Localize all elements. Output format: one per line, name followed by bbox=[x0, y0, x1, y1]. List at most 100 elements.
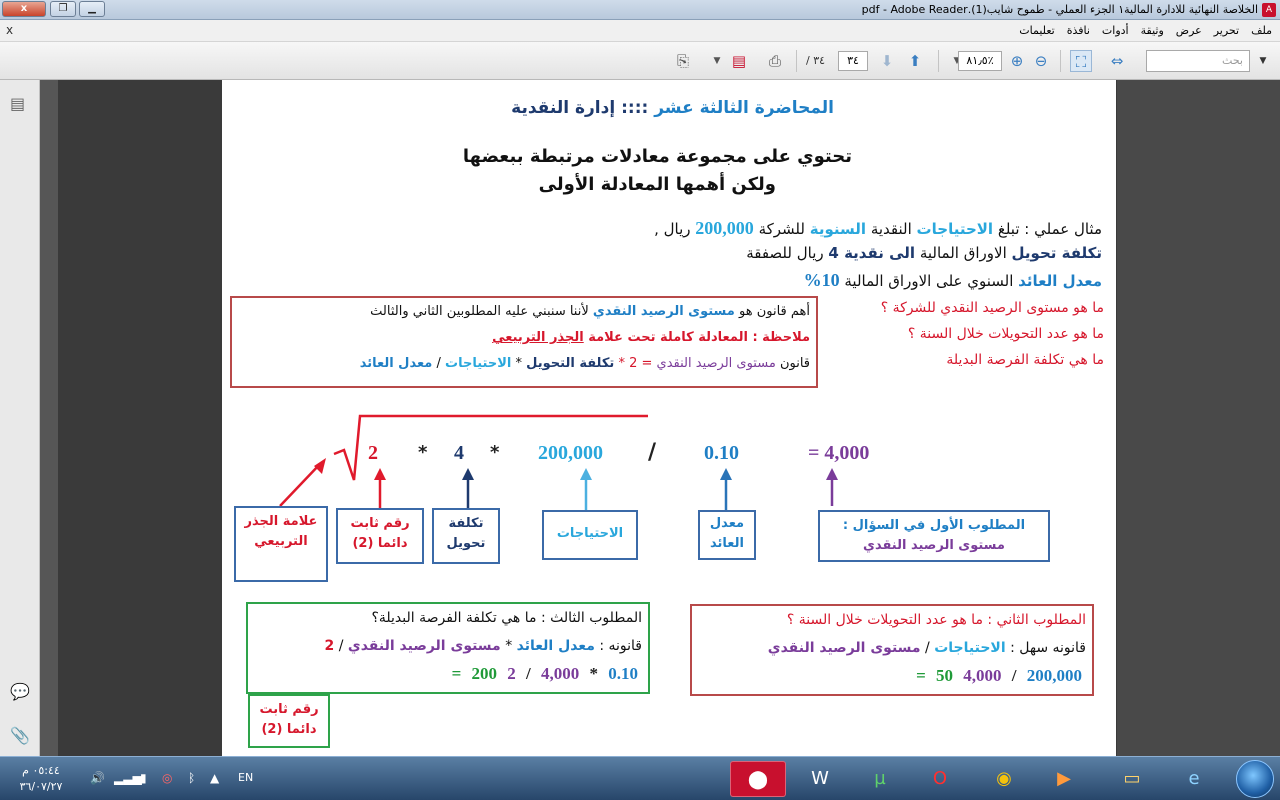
third-calc-two: 2 bbox=[507, 664, 516, 683]
constant-label: رقم ثابت دائما (2) bbox=[350, 516, 410, 551]
taskbar-adobe-reader-icon[interactable]: ⬤ bbox=[730, 761, 786, 797]
third-calc-result: = 200 bbox=[451, 664, 498, 683]
show-hidden-icons[interactable]: ▲ bbox=[210, 771, 219, 785]
taskbar-word-icon[interactable]: W bbox=[792, 761, 848, 797]
second-calc-op: / bbox=[1011, 666, 1017, 685]
menu-bar: x ملف تحرير عرض وثيقة أدوات نافذة تعليما… bbox=[0, 20, 1280, 42]
vertical-scrollbar[interactable] bbox=[40, 80, 58, 756]
third-law-label: قانونه : bbox=[599, 638, 642, 654]
zoom-in-icon[interactable]: ⊕ bbox=[1006, 50, 1028, 72]
second-calc-needs: 200,000 bbox=[1026, 666, 1082, 685]
adobe-reader-app-icon: A bbox=[1262, 3, 1276, 17]
cost-label-box: تكلفة تحويل bbox=[432, 508, 500, 564]
second-title: المطلوب الثاني : ما هو عدد التحويلات خلا… bbox=[786, 612, 1086, 628]
equation-multiply: * bbox=[418, 442, 428, 463]
maximize-button[interactable]: ❐ bbox=[50, 1, 76, 17]
close-document-icon[interactable]: x bbox=[6, 23, 13, 37]
collaborate-icon[interactable]: ⎘ bbox=[672, 50, 694, 72]
second-law-op: / bbox=[925, 640, 930, 656]
menu-view[interactable]: عرض bbox=[1176, 24, 1202, 37]
clock-time: ٠٥:٤٤ م bbox=[22, 764, 60, 777]
third-calc-rate: 0.10 bbox=[608, 664, 638, 683]
equation-needs: 200,000 bbox=[538, 442, 603, 464]
menu-file[interactable]: ملف bbox=[1251, 24, 1272, 37]
third-law-rate: معدل العائد bbox=[516, 638, 595, 654]
menu-edit[interactable]: تحرير bbox=[1214, 24, 1239, 37]
equation-result: = 4,000 bbox=[808, 442, 870, 464]
battery-icon[interactable]: ▮ bbox=[140, 771, 147, 785]
minimize-button[interactable]: ▁ bbox=[79, 1, 105, 17]
menu-items: ملف تحرير عرض وثيقة أدوات نافذة تعليمات bbox=[1019, 24, 1272, 37]
language-indicator[interactable]: EN bbox=[238, 771, 253, 784]
fit-width-icon[interactable]: ⇔ bbox=[1106, 50, 1128, 72]
third-law: قانونه : معدل العائد * مستوى الرصيد النق… bbox=[325, 638, 643, 654]
menu-window[interactable]: نافذة bbox=[1067, 24, 1090, 37]
previous-page-icon[interactable]: ⬆ bbox=[904, 50, 926, 72]
create-pdf-icon[interactable]: ▤ bbox=[728, 50, 750, 72]
needs-arrow bbox=[580, 468, 592, 510]
third-const-label: رقم ثابت دائما (2) bbox=[259, 702, 319, 737]
close-window-button[interactable]: x bbox=[2, 1, 46, 17]
third-law-op: / bbox=[338, 638, 344, 654]
result-arrow bbox=[826, 468, 838, 506]
equation-cost: 4 bbox=[454, 442, 464, 464]
bluetooth-icon[interactable]: ᛒ bbox=[188, 771, 195, 785]
equation-rate: 0.10 bbox=[704, 442, 739, 464]
toolbar: ⎘ ▼ ▤ ⎙ / ٣٤ ٣٤ ⬇ ⬆ ▼ ٨١٫٥٪ ⊕ ⊖ ⛶ ⇔ بحث … bbox=[0, 42, 1280, 80]
second-law-label: قانونه سهل : bbox=[1010, 640, 1086, 656]
second-law: قانونه سهل : الاحتياجات / مستوى الرصيد ا… bbox=[768, 640, 1086, 656]
dropdown-arrow-icon[interactable]: ▼ bbox=[706, 50, 728, 72]
fit-page-icon[interactable]: ⛶ bbox=[1070, 50, 1092, 72]
first-required-title: المطلوب الأول في السؤال : bbox=[842, 518, 1026, 533]
constant-arrow bbox=[374, 468, 386, 510]
total-pages-label: / ٣٤ bbox=[806, 54, 826, 67]
first-required-balance: مستوى الرصيد النقدي bbox=[863, 538, 1005, 553]
taskbar-internet-explorer-icon[interactable]: e bbox=[1166, 761, 1222, 797]
second-calc-balance: 4,000 bbox=[963, 666, 1002, 685]
network-signal-icon[interactable]: ▂▃▅ bbox=[114, 771, 142, 785]
third-const-box: رقم ثابت دائما (2) bbox=[248, 694, 330, 748]
volume-icon[interactable]: 🔊 bbox=[90, 771, 105, 785]
start-button[interactable] bbox=[1236, 760, 1274, 798]
taskbar-chrome-icon[interactable]: ◉ bbox=[976, 761, 1032, 797]
needs-label-box: الاحتياجات bbox=[542, 510, 638, 560]
root-label: علامة الجذر التربيعي bbox=[244, 514, 318, 549]
comments-panel-icon[interactable]: 💬 bbox=[10, 682, 30, 701]
second-law-needs: الاحتياجات bbox=[934, 640, 1006, 656]
page-number-field[interactable]: ٣٤ bbox=[838, 51, 868, 71]
zoom-field[interactable]: ٨١٫٥٪ bbox=[958, 51, 1002, 71]
taskbar-media-player-icon[interactable]: ▶ bbox=[1036, 761, 1092, 797]
clock[interactable]: ٠٥:٤٤ م ٣٦/٠٧/٢٧ bbox=[6, 763, 76, 795]
equation-multiply: * bbox=[490, 442, 500, 463]
third-calc: 0.10 * 4,000 / 2 = 200 bbox=[452, 664, 638, 684]
pages-panel-icon[interactable]: ▤ bbox=[10, 94, 25, 113]
constant-label-box: رقم ثابت دائما (2) bbox=[336, 508, 424, 564]
third-law-op: * bbox=[505, 638, 513, 654]
search-input[interactable]: بحث bbox=[1146, 50, 1250, 72]
search-dropdown-icon[interactable]: ▼ bbox=[1254, 50, 1272, 72]
taskbar-utorrent-icon[interactable]: µ bbox=[852, 761, 908, 797]
document-background bbox=[1117, 80, 1280, 756]
toolbar-separator bbox=[1060, 50, 1061, 72]
clock-date: ٣٦/٠٧/٢٧ bbox=[19, 780, 63, 793]
third-calc-op: * bbox=[589, 664, 599, 683]
third-required-box: المطلوب الثالث : ما هي تكلفة الفرصة البد… bbox=[246, 602, 650, 694]
menu-help[interactable]: تعليمات bbox=[1019, 24, 1054, 37]
third-calc-op: / bbox=[526, 664, 531, 683]
security-icon[interactable]: ◎ bbox=[162, 771, 172, 785]
menu-document[interactable]: وثيقة bbox=[1141, 24, 1164, 37]
root-label-box: علامة الجذر التربيعي bbox=[234, 506, 328, 582]
rate-label: معدل العائد bbox=[709, 516, 745, 551]
taskbar-explorer-icon[interactable]: ▭ bbox=[1104, 761, 1160, 797]
zoom-out-icon[interactable]: ⊖ bbox=[1030, 50, 1052, 72]
root-arrow bbox=[279, 458, 326, 507]
taskbar: ٠٥:٤٤ م ٣٦/٠٧/٢٧ 🔊 ▂▃▅ ▮ ◎ ᛒ ▲ EN ⬤ W µ … bbox=[0, 756, 1280, 800]
third-calc-balance: 4,000 bbox=[541, 664, 580, 683]
menu-tools[interactable]: أدوات bbox=[1102, 24, 1129, 37]
equation-constant: 2 bbox=[368, 442, 378, 464]
next-page-icon[interactable]: ⬇ bbox=[876, 50, 898, 72]
taskbar-opera-icon[interactable]: O bbox=[912, 761, 968, 797]
attachments-panel-icon[interactable]: 📎 bbox=[10, 726, 30, 745]
print-icon[interactable]: ⎙ bbox=[764, 50, 786, 72]
third-law-balance: مستوى الرصيد النقدي bbox=[347, 638, 501, 654]
